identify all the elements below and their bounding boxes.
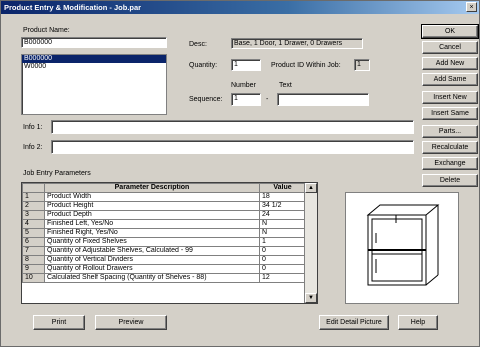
param-value[interactable]: 0 (259, 246, 306, 256)
product-id-field: 1 (354, 59, 370, 71)
row-number: 8 (22, 255, 45, 265)
delete-button[interactable]: Delete (422, 174, 478, 187)
param-value[interactable]: N (259, 219, 306, 229)
parts-button[interactable]: Parts... (422, 125, 478, 138)
param-value[interactable]: 0 (259, 264, 306, 274)
column-header-description[interactable]: Parameter Description (44, 183, 260, 193)
product-name-input[interactable]: B000000 (21, 37, 167, 48)
param-description: Quantity of Fixed Shelves (44, 237, 260, 247)
row-number: 4 (22, 219, 45, 229)
product-entry-window: Product Entry & Modification - Job.par ×… (0, 0, 480, 347)
table-row[interactable]: 5 Finished Right, Yes/No N (22, 228, 306, 238)
ok-button[interactable]: OK (421, 24, 479, 39)
insert-same-button[interactable]: Insert Same (422, 107, 478, 120)
sequence-separator: - (266, 96, 269, 103)
row-number: 2 (22, 201, 45, 211)
edit-detail-picture-button[interactable]: Edit Detail Picture (319, 315, 389, 330)
exchange-button[interactable]: Exchange (422, 157, 478, 170)
grid-corner (22, 183, 45, 193)
param-description: Quantity of Adjustable Shelves, Calculat… (44, 246, 260, 256)
print-button[interactable]: Print (33, 315, 85, 330)
param-value[interactable]: 1 (259, 237, 306, 247)
row-number: 3 (22, 210, 45, 220)
window-title: Product Entry & Modification - Job.par (4, 3, 142, 12)
sequence-number-label: Number (231, 82, 256, 89)
cabinet-drawing-icon (366, 204, 440, 286)
product-preview (345, 192, 459, 304)
table-row[interactable]: 6 Quantity of Fixed Shelves 1 (22, 237, 306, 247)
grid-scrollbar[interactable]: ▲ ▼ (304, 183, 317, 303)
product-list-item[interactable]: B000000 (22, 55, 166, 63)
row-number: 7 (22, 246, 45, 256)
recalculate-button[interactable]: Recalculate (422, 141, 478, 154)
param-description: Finished Right, Yes/No (44, 228, 260, 238)
job-entry-parameters-label: Job Entry Parameters (23, 170, 91, 177)
sequence-label: Sequence: (189, 96, 223, 103)
param-description: Product Height (44, 201, 260, 211)
param-value[interactable]: 24 (259, 210, 306, 220)
parameters-grid[interactable]: Parameter Description Value 1 Product Wid… (21, 182, 318, 304)
table-row[interactable]: 1 Product Width 18 (22, 192, 306, 202)
info1-label: Info 1: (23, 124, 43, 131)
param-value[interactable]: 0 (259, 255, 306, 265)
product-id-label: Product ID Within Job: (271, 62, 341, 69)
scroll-down-icon[interactable]: ▼ (305, 293, 317, 303)
help-button[interactable]: Help (398, 315, 438, 330)
preview-button[interactable]: Preview (95, 315, 167, 330)
product-name-label: Product Name: (23, 27, 70, 34)
row-number: 1 (22, 192, 45, 202)
table-row[interactable]: 8 Quantity of Vertical Dividers 0 (22, 255, 306, 265)
product-list-item[interactable]: W0000 (22, 63, 166, 71)
table-row[interactable]: 7 Quantity of Adjustable Shelves, Calcula… (22, 246, 306, 256)
cancel-button[interactable]: Cancel (422, 41, 478, 54)
row-number: 6 (22, 237, 45, 247)
row-number: 5 (22, 228, 45, 238)
table-row[interactable]: 3 Product Depth 24 (22, 210, 306, 220)
quantity-label: Quantity: (189, 62, 218, 69)
param-value[interactable]: 18 (259, 192, 306, 202)
param-value[interactable]: 34 1/2 (259, 201, 306, 211)
param-description: Quantity of Rollout Drawers (44, 264, 260, 274)
table-row[interactable]: 2 Product Height 34 1/2 (22, 201, 306, 211)
sequence-text-label: Text (279, 82, 292, 89)
column-header-value[interactable]: Value (259, 183, 306, 193)
insert-new-button[interactable]: Insert New (422, 91, 478, 104)
sequence-text-input[interactable] (277, 93, 369, 106)
sequence-number-input[interactable]: 1 (231, 93, 261, 106)
row-number: 10 (22, 273, 45, 283)
scroll-up-icon[interactable]: ▲ (305, 183, 317, 193)
table-row[interactable]: 9 Quantity of Rollout Drawers 0 (22, 264, 306, 274)
product-list[interactable]: B000000 W0000 (21, 54, 167, 115)
quantity-input[interactable]: 1 (231, 59, 261, 71)
param-description: Product Width (44, 192, 260, 202)
close-icon[interactable]: × (466, 2, 477, 12)
add-same-button[interactable]: Add Same (422, 73, 478, 86)
row-number: 9 (22, 264, 45, 274)
info1-input[interactable] (51, 120, 414, 134)
param-value[interactable]: N (259, 228, 306, 238)
title-bar: Product Entry & Modification - Job.par × (1, 1, 479, 14)
param-description: Quantity of Vertical Dividers (44, 255, 260, 265)
param-value[interactable]: 12 (259, 273, 306, 283)
desc-field: Base, 1 Door, 1 Drawer, 0 Drawers (231, 38, 363, 49)
param-description: Product Depth (44, 210, 260, 220)
add-new-button[interactable]: Add New (422, 57, 478, 70)
info2-input[interactable] (51, 140, 414, 154)
param-description: Finished Left, Yes/No (44, 219, 260, 229)
param-description: Calculated Shelf Spacing (Quantity of Sh… (44, 273, 260, 283)
table-row[interactable]: 4 Finished Left, Yes/No N (22, 219, 306, 229)
desc-label: Desc: (189, 41, 207, 48)
table-row[interactable]: 10 Calculated Shelf Spacing (Quantity of … (22, 273, 306, 283)
info2-label: Info 2: (23, 144, 43, 151)
